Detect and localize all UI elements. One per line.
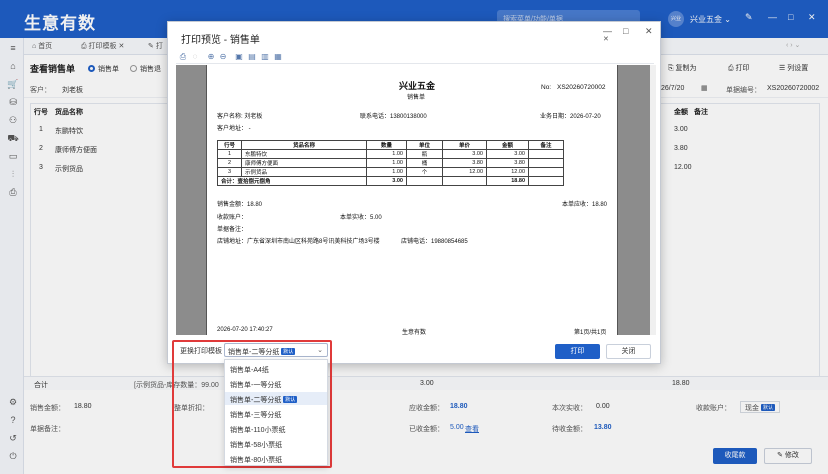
template-label: 更换打印模板 bbox=[180, 348, 222, 355]
paper-store-address: 店铺地址：广东省深圳市南山区科苑路8号讯美科技广场3号楼 bbox=[217, 239, 380, 245]
maximize-icon[interactable]: □ bbox=[623, 26, 628, 36]
paper-no-label: No: bbox=[541, 84, 552, 91]
dialog-title: 打印预览 - 销售单 bbox=[181, 35, 260, 46]
paper-account: 收款账户： bbox=[217, 215, 248, 221]
preview-area[interactable]: 兴业五金 销售单 No: XS20260720002 客户名称: 刘老板 联系电… bbox=[176, 65, 650, 335]
paper-td: 1 bbox=[217, 149, 242, 159]
option-label: 销售单-58小票纸 bbox=[230, 442, 283, 449]
paper-td: 3 bbox=[217, 167, 242, 177]
paper-customer: 客户名称: 刘老板 bbox=[217, 114, 263, 120]
template-dropdown: 销售单-A4纸 销售单-一等分纸 销售单-二等分纸 默认 销售单-三等分纸 销售… bbox=[224, 359, 328, 466]
paper-td: 1.00 bbox=[366, 167, 407, 177]
template-option[interactable]: 销售单-80小票纸 bbox=[225, 452, 327, 465]
preview-scrollbar[interactable] bbox=[650, 65, 656, 335]
default-badge: 默认 bbox=[281, 348, 296, 355]
paper-th: 备注 bbox=[528, 140, 564, 150]
option-label: 销售单-三等分纸 bbox=[230, 412, 282, 419]
option-label: 销售单-一等分纸 bbox=[230, 382, 282, 389]
paper-footer-brand: 生意有数 bbox=[402, 330, 427, 335]
paper-td bbox=[442, 176, 487, 186]
paper-remark: 单据备注： bbox=[217, 227, 248, 233]
preview-paper: 兴业五金 销售单 No: XS20260720002 客户名称: 刘老板 联系电… bbox=[206, 65, 618, 335]
paper-th: 行号 bbox=[217, 140, 242, 150]
paper-current-receivable: 本单应收：18.80 bbox=[562, 202, 608, 208]
option-label: 销售单-二等分纸 bbox=[230, 397, 282, 404]
paper-td bbox=[406, 176, 443, 186]
paper-td: 1.00 bbox=[366, 158, 407, 168]
option-label: 销售单-110小票纸 bbox=[230, 427, 286, 434]
single-page-icon[interactable]: ▥ bbox=[260, 52, 270, 62]
close-icon[interactable]: ✕ bbox=[645, 26, 653, 37]
paper-td: 12.00 bbox=[442, 167, 487, 177]
template-option[interactable]: 销售单-三等分纸 bbox=[225, 407, 327, 420]
paper-doc-type: 销售单 bbox=[407, 95, 426, 101]
paper-print-time: 2026-07-20 17:40:27 bbox=[217, 327, 273, 333]
paper-th: 货品名称 bbox=[241, 140, 367, 150]
paper-td: 东鹏特饮 bbox=[241, 149, 367, 159]
paper-total-label: 合计：壹拾捌元捌角 bbox=[217, 176, 367, 186]
paper-td bbox=[528, 167, 564, 177]
zoom-in-icon[interactable]: ⊕ bbox=[206, 52, 216, 62]
paper-no-value: XS20260720002 bbox=[557, 84, 606, 91]
paper-td: 瓶 bbox=[406, 149, 443, 159]
dialog-close-x-icon[interactable]: ✕ bbox=[603, 35, 609, 43]
multi-page-icon[interactable]: ▦ bbox=[273, 52, 283, 62]
template-option[interactable]: 销售单-110小票纸 bbox=[225, 422, 327, 435]
paper-th: 单价 bbox=[442, 140, 487, 150]
option-label: 销售单-A4纸 bbox=[230, 367, 269, 374]
paper-td: 示例货品 bbox=[241, 167, 367, 177]
paper-sales-amount: 销售金额：18.80 bbox=[217, 202, 263, 208]
template-option[interactable]: 销售单-一等分纸 bbox=[225, 377, 327, 390]
fit-page-icon[interactable]: ▣ bbox=[234, 52, 244, 62]
paper-td: 12.00 bbox=[486, 167, 529, 177]
paper-th: 单位 bbox=[406, 140, 443, 150]
paper-total-qty: 3.00 bbox=[366, 176, 407, 186]
paper-td bbox=[528, 158, 564, 168]
template-option[interactable]: 销售单-二等分纸 默认 bbox=[225, 392, 327, 405]
paper-td: 3.00 bbox=[486, 149, 529, 159]
fit-width-icon[interactable]: ▤ bbox=[247, 52, 257, 62]
paper-th: 数量 bbox=[366, 140, 407, 150]
template-option[interactable]: 销售单-A4纸 bbox=[225, 362, 327, 375]
preview-toolbar: ⎙ ◌ ⊕ ⊖ ▣ ▤ ▥ ▦ bbox=[176, 51, 654, 64]
paper-td: 个 bbox=[406, 167, 443, 177]
close-button[interactable]: 关闭 bbox=[606, 344, 651, 359]
paper-td: 2 bbox=[217, 158, 242, 168]
paper-td: 康师傅方便面 bbox=[241, 158, 367, 168]
export-icon[interactable]: ◌ bbox=[190, 52, 200, 62]
paper-phone: 联系电话：13800138000 bbox=[360, 114, 427, 120]
chevron-down-icon: ⌄ bbox=[317, 347, 323, 354]
paper-actual: 本单实收：5.00 bbox=[340, 215, 382, 221]
print-icon[interactable]: ⎙ bbox=[178, 52, 188, 62]
print-button[interactable]: 打印 bbox=[555, 344, 600, 359]
paper-total-amount: 18.80 bbox=[486, 176, 529, 186]
paper-biz-date: 业务日期：2026-07-20 bbox=[540, 114, 601, 120]
template-select[interactable]: 销售单-二等分纸 默认 ⌄ bbox=[224, 343, 328, 357]
option-label: 销售单-80小票纸 bbox=[230, 457, 283, 464]
zoom-out-icon[interactable]: ⊖ bbox=[218, 52, 228, 62]
paper-store-phone: 店铺电话：19880854685 bbox=[401, 239, 468, 245]
template-option[interactable]: 销售单-58小票纸 bbox=[225, 437, 327, 450]
paper-company: 兴业五金 bbox=[399, 81, 436, 91]
paper-items-table: 行号 货品名称 数量 单位 单价 金额 备注 1 东鹏特饮 1.00 瓶 3.0… bbox=[217, 140, 564, 186]
paper-td: 3.00 bbox=[442, 149, 487, 159]
paper-address: 客户地址： - bbox=[217, 126, 251, 132]
template-selected-value: 销售单-二等分纸 bbox=[228, 349, 280, 356]
paper-td: 桶 bbox=[406, 158, 443, 168]
print-preview-dialog: 打印预览 - 销售单 — □ ✕ ✕ ⎙ ◌ ⊕ ⊖ ▣ ▤ ▥ ▦ 兴业五金 … bbox=[167, 21, 661, 364]
paper-td bbox=[528, 149, 564, 159]
paper-td: 3.80 bbox=[442, 158, 487, 168]
paper-th: 金额 bbox=[486, 140, 529, 150]
default-badge: 默认 bbox=[283, 396, 298, 403]
paper-td bbox=[528, 176, 564, 186]
paper-td: 3.80 bbox=[486, 158, 529, 168]
paper-page-info: 第1页/共1页 bbox=[574, 330, 607, 335]
paper-td: 1.00 bbox=[366, 149, 407, 159]
